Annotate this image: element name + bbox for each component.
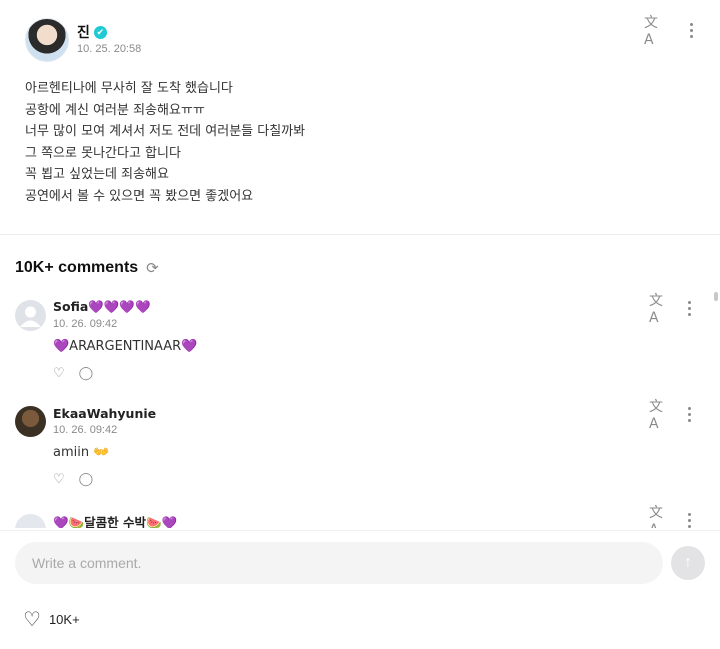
like-icon[interactable]: ♡: [53, 365, 65, 381]
comment-author-suffix: 💜💜💜💜: [88, 299, 151, 314]
like-icon[interactable]: ♡: [23, 607, 41, 632]
scrollbar[interactable]: [714, 292, 718, 301]
comment-author-name[interactable]: EkaaWahyunie: [53, 406, 156, 421]
more-options-icon[interactable]: [683, 404, 695, 424]
comment-author[interactable]: 💜🍉달콤한 수박🍉💜: [53, 512, 177, 528]
avatar[interactable]: [15, 300, 46, 331]
translate-icon[interactable]: 文A: [649, 293, 671, 326]
send-button[interactable]: ↑: [671, 546, 705, 580]
translate-icon[interactable]: 文A: [644, 15, 666, 48]
post-line: 공항에 계신 여러분 죄송해요ㅠㅠ: [25, 102, 205, 118]
avatar[interactable]: [15, 406, 46, 437]
like-summary[interactable]: ♡ 10K+: [23, 607, 80, 632]
comment-time: 10. 26. 09:42: [53, 424, 118, 436]
more-options-icon[interactable]: [683, 510, 695, 528]
post: 진 ✔ 10. 25. 20:58 文A 아르헨티나에 무사히 잘 도착 했습니…: [0, 0, 720, 235]
post-line: 그 쪽으로 못나간다고 합니다: [25, 145, 181, 161]
comments-header: 10K+ comments ⟳: [15, 259, 159, 277]
more-options-icon[interactable]: [685, 20, 697, 40]
post-line: 꼭 뵙고 싶었는데 죄송해요: [25, 167, 169, 182]
more-options-icon[interactable]: [683, 298, 695, 318]
comment-composer: ↑ ♡ 10K+: [0, 530, 720, 649]
author-name-row[interactable]: 진 ✔: [77, 22, 107, 42]
reply-icon[interactable]: ◯: [79, 471, 94, 487]
translate-icon[interactable]: 文A: [649, 399, 671, 432]
post-body: 아르헨티나에 무사히 잘 도착 했습니다 공항에 계신 여러분 죄송해요ㅠㅠ 너…: [25, 78, 625, 207]
send-icon: ↑: [684, 554, 692, 571]
comments-count-title: 10K+ comments: [15, 259, 139, 276]
post-time: 10. 25. 20:58: [77, 43, 142, 55]
comments-list[interactable]: Sofia💜💜💜💜 10. 26. 09:42 💜ARARGENTINAAR💜 …: [0, 288, 720, 528]
refresh-icon[interactable]: ⟳: [146, 259, 159, 277]
comment-input[interactable]: [15, 542, 663, 584]
comment-time: 10. 26. 09:42: [53, 318, 118, 330]
author-name[interactable]: 진: [77, 22, 90, 42]
comment-author-name[interactable]: Sofia: [53, 299, 88, 314]
author-avatar[interactable]: [25, 18, 69, 62]
translate-icon[interactable]: 文A: [649, 505, 671, 528]
comment-author[interactable]: EkaaWahyunie: [53, 406, 156, 421]
reply-icon[interactable]: ◯: [79, 365, 94, 381]
like-count: 10K+: [48, 612, 80, 627]
avatar[interactable]: [15, 514, 46, 528]
comment-author[interactable]: Sofia💜💜💜💜: [53, 299, 151, 315]
comment-author-name[interactable]: 💜🍉달콤한 수박🍉💜: [53, 515, 177, 528]
post-line: 공연에서 볼 수 있으면 꼭 봤으면 좋겠어요: [25, 188, 254, 204]
like-icon[interactable]: ♡: [53, 471, 65, 487]
comment-text: amiin 👐: [53, 445, 110, 460]
verified-icon: ✔: [93, 25, 107, 39]
comment-text: 💜ARARGENTINAAR💜: [53, 339, 198, 354]
post-line: 너무 많이 모여 계셔서 저도 전데 여러분들 다칠까봐: [25, 124, 306, 139]
post-line: 아르헨티나에 무사히 잘 도착 했습니다: [25, 81, 233, 96]
